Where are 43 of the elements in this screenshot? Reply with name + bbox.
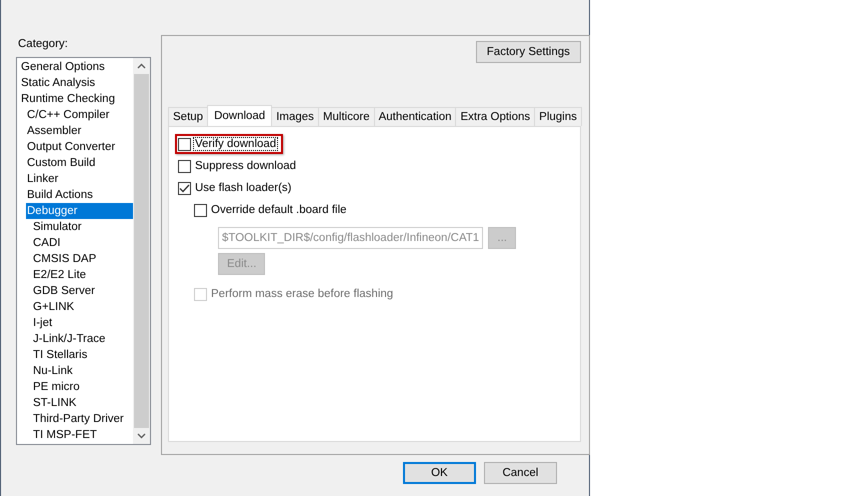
category-item[interactable]: ST-LINK — [32, 395, 133, 411]
category-item[interactable]: J-Link/J-Trace — [32, 331, 133, 347]
category-label: Category: — [18, 38, 68, 50]
category-item[interactable]: Custom Build — [26, 155, 133, 171]
tab[interactable]: Plugins — [534, 107, 582, 126]
category-item[interactable]: Linker — [26, 171, 133, 187]
category-item[interactable]: Nu-Link — [32, 363, 133, 379]
checkbox[interactable] — [178, 138, 191, 150]
category-item[interactable]: GDB Server — [32, 283, 133, 299]
category-item[interactable]: TI Stellaris — [32, 347, 133, 363]
factory-settings-button[interactable]: Factory Settings — [476, 41, 581, 63]
category-item[interactable]: Output Converter — [26, 139, 133, 155]
category-item[interactable]: Static Analysis — [20, 75, 133, 91]
category-item[interactable]: E2/E2 Lite — [32, 267, 133, 283]
scroll-down-icon[interactable] — [137, 433, 146, 439]
category-item[interactable]: Assembler — [26, 123, 133, 139]
category-item[interactable]: CADI — [32, 235, 133, 251]
category-item[interactable]: Debugger — [26, 203, 133, 219]
scroll-up-icon[interactable] — [137, 63, 146, 69]
category-item[interactable]: Build Actions — [26, 187, 133, 203]
dialog-button[interactable]: Cancel — [484, 462, 557, 484]
category-item[interactable]: CMSIS DAP — [32, 251, 133, 267]
category-item[interactable]: Runtime Checking — [20, 91, 133, 107]
tab[interactable]: Setup — [168, 107, 208, 126]
checkbox[interactable] — [194, 204, 207, 216]
checkbox[interactable] — [178, 182, 191, 194]
dialog-button[interactable]: OK — [402, 462, 476, 484]
category-item[interactable]: General Options — [20, 59, 133, 75]
category-item[interactable]: I-jet — [32, 315, 133, 331]
category-item[interactable]: Simulator — [32, 219, 133, 235]
checkbox-label[interactable]: Use flash loader(s) — [193, 181, 294, 195]
category-item[interactable]: C/C++ Compiler — [26, 107, 133, 123]
scrollbar-thumb[interactable] — [134, 74, 149, 428]
scrollbar[interactable] — [133, 58, 150, 444]
category-item[interactable]: PE micro — [32, 379, 133, 395]
category-item[interactable]: TI MSP-FET — [32, 427, 133, 443]
checkbox-label[interactable]: Override default .board file — [209, 203, 349, 217]
category-item[interactable]: Third-Party Driver — [32, 411, 133, 427]
checkbox-label[interactable]: Verify download — [193, 137, 278, 151]
tab[interactable]: Download — [207, 105, 272, 126]
checkbox[interactable] — [178, 160, 191, 172]
category-item[interactable]: G+LINK — [32, 299, 133, 315]
checkbox-label[interactable]: Suppress download — [193, 159, 298, 173]
